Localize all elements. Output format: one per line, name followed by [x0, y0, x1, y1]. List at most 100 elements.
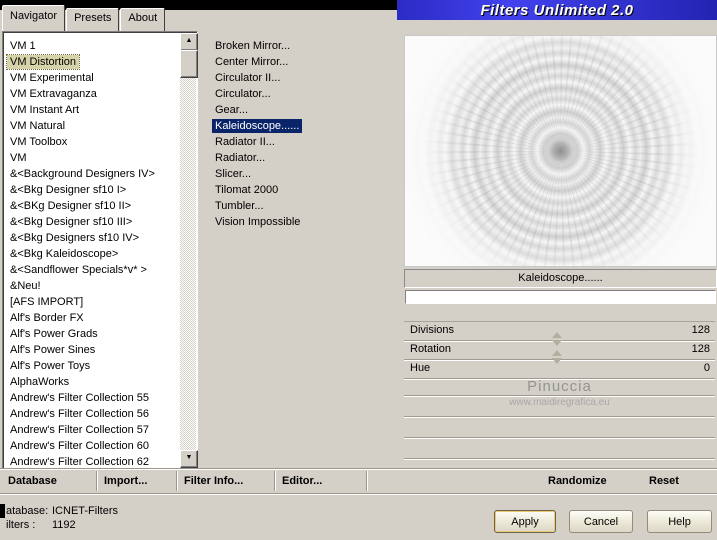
category-item[interactable]: Andrew's Filter Collection 60: [5, 438, 179, 454]
progress-bar: [405, 290, 716, 304]
parameter-value: 128: [691, 324, 710, 336]
category-item[interactable]: Andrew's Filter Collection 56: [5, 406, 179, 422]
category-item[interactable]: AlphaWorks: [5, 374, 179, 390]
toolbar-separator: [96, 471, 98, 491]
category-item[interactable]: VM Instant Art: [5, 102, 179, 118]
category-item[interactable]: &<Bkg Designers sf10 IV>: [5, 230, 179, 246]
bottom-black-strip: [0, 504, 5, 518]
filter-item[interactable]: Radiator...: [200, 150, 400, 166]
filter-item[interactable]: Tumbler...: [200, 198, 400, 214]
import-button[interactable]: Import...: [104, 469, 147, 493]
category-label: VM Distortion: [5, 54, 81, 70]
apply-button[interactable]: Apply: [494, 510, 556, 533]
parameter-name: Rotation: [410, 343, 451, 355]
category-label: VM: [10, 152, 27, 164]
category-item[interactable]: VM: [5, 150, 179, 166]
category-item[interactable]: Alf's Border FX: [5, 310, 179, 326]
category-label: Andrew's Filter Collection 60: [10, 440, 150, 452]
filter-item[interactable]: Radiator II...: [200, 134, 400, 150]
category-item[interactable]: &<Bkg Designer sf10 I>: [5, 182, 179, 198]
filters-unlimited-window: Filters Unlimited 2.0 Navigator Presets …: [0, 0, 717, 540]
filter-item[interactable]: Circulator II...: [200, 70, 400, 86]
category-item[interactable]: &<Bkg Kaleidoscope>: [5, 246, 179, 262]
category-item[interactable]: Andrew's Filter Collection 57: [5, 422, 179, 438]
parameter-value: 0: [703, 362, 710, 374]
editor-button[interactable]: Editor...: [282, 469, 322, 493]
filter-label: Circulator II...: [215, 72, 281, 84]
filter-item[interactable]: Broken Mirror...: [200, 38, 400, 54]
category-label: &<Bkg Kaleidoscope>: [10, 248, 119, 260]
category-item[interactable]: VM 1: [5, 38, 179, 54]
category-item[interactable]: &<Sandflower Specials*v* >: [5, 262, 179, 278]
category-list: VM 1 VM Distortion VM Experimental VM Ex…: [5, 34, 179, 467]
scroll-up-button[interactable]: ▲: [180, 33, 198, 51]
category-item[interactable]: &<BKg Designer sf10 II>: [5, 198, 179, 214]
category-label: VM Natural: [10, 120, 66, 132]
category-item[interactable]: VM Toolbox: [5, 134, 179, 150]
filter-item[interactable]: Tilomat 2000: [200, 182, 400, 198]
filter-list: Broken Mirror... Center Mirror... Circul…: [200, 31, 400, 475]
parameter-name: Hue: [410, 362, 431, 374]
filter-label: Tumbler...: [215, 200, 264, 212]
tab-presets[interactable]: Presets: [66, 8, 120, 31]
scrollbar-thumb[interactable]: [180, 50, 198, 78]
category-label: Andrew's Filter Collection 57: [10, 424, 150, 436]
empty-row: [404, 375, 715, 396]
reset-button[interactable]: Reset: [649, 469, 679, 493]
filter-label: Radiator...: [215, 152, 266, 164]
divisions-slider-thumb[interactable]: [552, 332, 562, 346]
category-label: &<Bkg Designer sf10 I>: [10, 184, 127, 196]
filter-item[interactable]: Slicer...: [200, 166, 400, 182]
category-item[interactable]: Alf's Power Sines: [5, 342, 179, 358]
filter-item[interactable]: Gear...: [200, 102, 400, 118]
selected-filter-name: Kaleidoscope......: [518, 272, 603, 284]
database-button[interactable]: Database: [8, 469, 57, 493]
scroll-up-icon: ▲: [185, 37, 193, 44]
category-label: VM Experimental: [10, 72, 94, 84]
category-item[interactable]: VM Extravaganza: [5, 86, 179, 102]
category-label: Alf's Power Sines: [10, 344, 96, 356]
randomize-button[interactable]: Randomize: [548, 469, 607, 493]
category-label: &Neu!: [10, 280, 41, 292]
empty-row: [404, 417, 715, 438]
category-label: &<Bkg Designers sf10 IV>: [10, 232, 140, 244]
category-label: VM Extravaganza: [10, 88, 97, 100]
tab-about[interactable]: About: [120, 8, 166, 31]
category-scrollbar[interactable]: ▲ ▼: [180, 33, 198, 468]
empty-parameter-rows: [404, 375, 715, 459]
filter-info-button[interactable]: Filter Info...: [184, 469, 243, 493]
category-label: Andrew's Filter Collection 56: [10, 408, 150, 420]
help-button[interactable]: Help: [647, 510, 712, 533]
category-label: &<Background Designers IV>: [10, 168, 155, 180]
filter-item[interactable]: Kaleidoscope......: [200, 118, 400, 134]
category-label: Alf's Power Toys: [10, 360, 91, 372]
category-item[interactable]: &<Bkg Designer sf10 III>: [5, 214, 179, 230]
filter-item[interactable]: Center Mirror...: [200, 54, 400, 70]
category-label: VM Toolbox: [10, 136, 68, 148]
category-item[interactable]: VM Distortion: [5, 54, 179, 70]
filter-item[interactable]: Vision Impossible: [200, 214, 400, 230]
toolbar-separator: [274, 471, 276, 491]
category-item[interactable]: Alf's Power Toys: [5, 358, 179, 374]
tab-navigator[interactable]: Navigator: [2, 5, 66, 31]
category-item[interactable]: Andrew's Filter Collection 62: [5, 454, 179, 467]
category-label: &<BKg Designer sf10 II>: [10, 200, 132, 212]
empty-row: [404, 396, 715, 417]
selected-filter-name-box: Kaleidoscope......: [404, 269, 717, 288]
category-item[interactable]: [AFS IMPORT]: [5, 294, 179, 310]
rotation-slider-thumb[interactable]: [552, 350, 562, 364]
category-item[interactable]: VM Natural: [5, 118, 179, 134]
category-label: Alf's Power Grads: [10, 328, 98, 340]
category-item[interactable]: Andrew's Filter Collection 55: [5, 390, 179, 406]
filter-item[interactable]: Circulator...: [200, 86, 400, 102]
category-item[interactable]: &<Background Designers IV>: [5, 166, 179, 182]
cancel-button[interactable]: Cancel: [569, 510, 633, 533]
category-item[interactable]: VM Experimental: [5, 70, 179, 86]
filter-label: Center Mirror...: [215, 56, 289, 68]
category-item[interactable]: &Neu!: [5, 278, 179, 294]
category-item[interactable]: Alf's Power Grads: [5, 326, 179, 342]
filter-preview-image: [404, 35, 717, 267]
scroll-down-button[interactable]: ▼: [180, 450, 198, 468]
filter-label: Broken Mirror...: [215, 40, 291, 52]
filters-status-label: ilters :: [6, 519, 36, 531]
